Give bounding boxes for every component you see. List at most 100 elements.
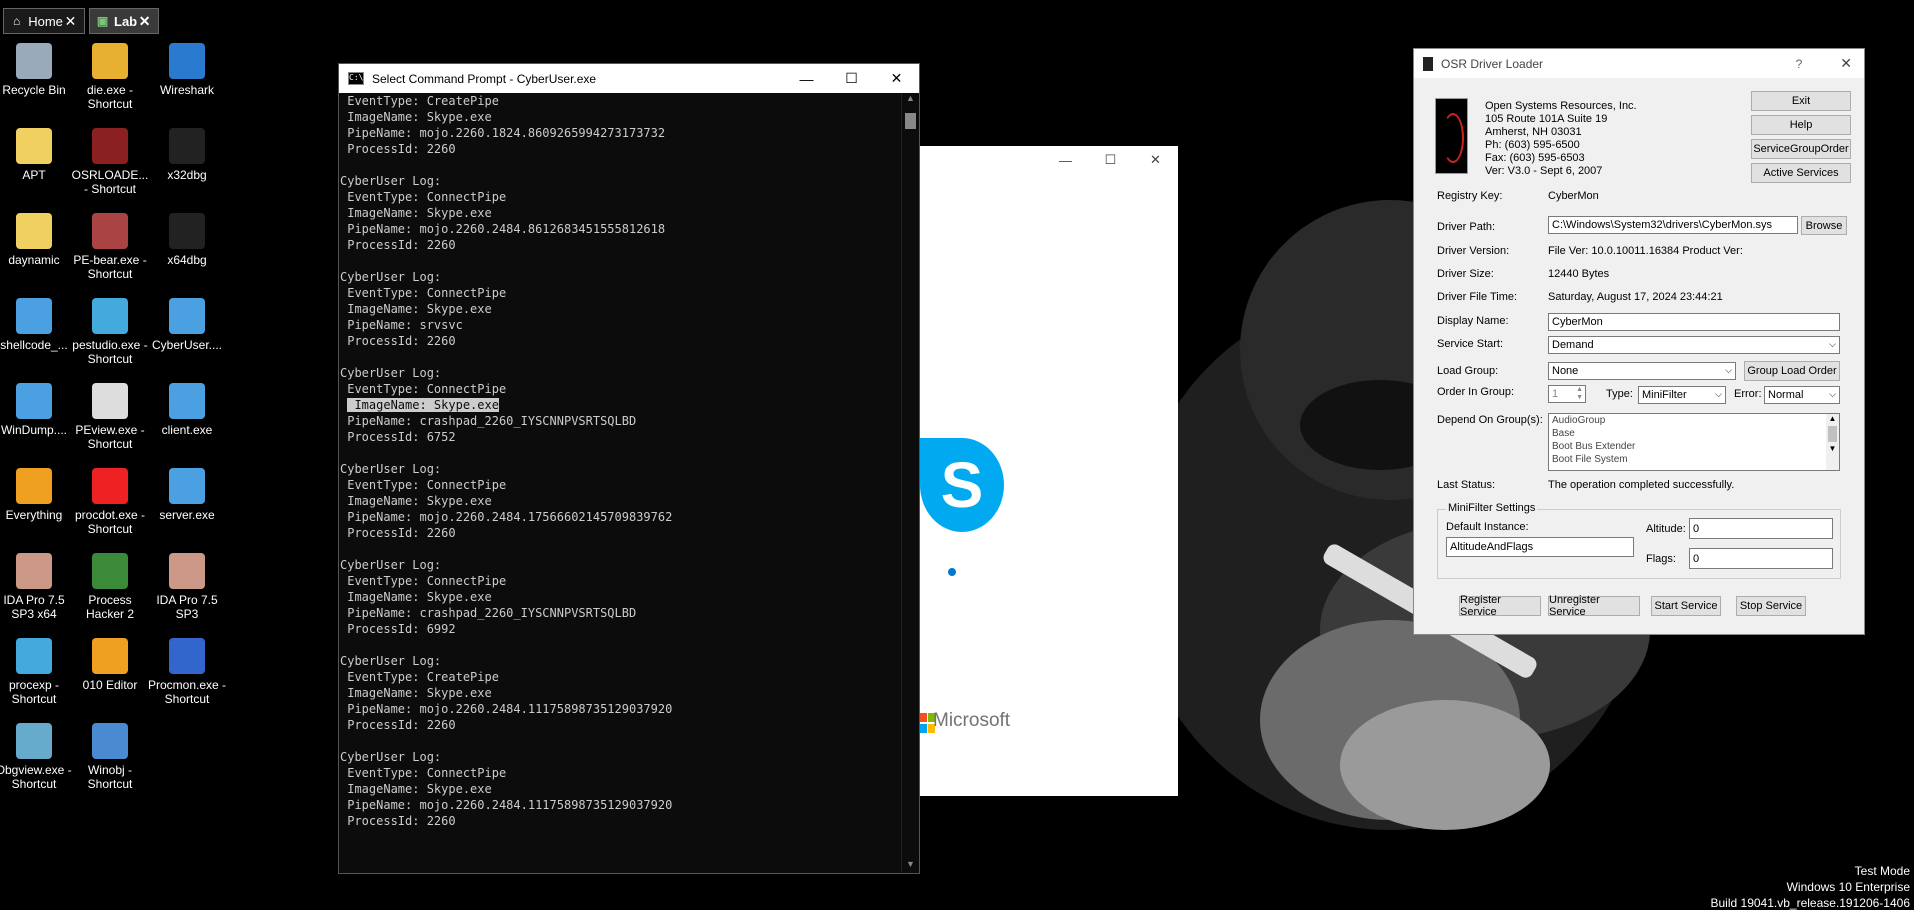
desktop-icon[interactable]: OSRLOADE... - Shortcut: [70, 128, 150, 196]
default-instance-field[interactable]: AltitudeAndFlags: [1446, 537, 1634, 557]
load-group-select[interactable]: None ⌵: [1548, 362, 1736, 380]
desktop-icon[interactable]: PE-bear.exe - Shortcut: [70, 213, 150, 281]
selected-text[interactable]: ImageName: Skype.exe: [347, 398, 499, 412]
list-item[interactable]: Boot Bus Extender: [1549, 440, 1839, 453]
cmd-line: ImageName: Skype.exe: [340, 782, 492, 796]
close-icon[interactable]: ✕: [1133, 146, 1178, 174]
cmd-line: PipeName: mojo.2260.2484.111758987351290…: [340, 702, 673, 716]
maximize-icon[interactable]: ☐: [829, 64, 874, 93]
desktop-icon[interactable]: server.exe: [147, 468, 227, 522]
cmd-output[interactable]: EventType: CreatePipe ImageName: Skype.e…: [339, 93, 902, 873]
active-services-button[interactable]: Active Services: [1751, 163, 1851, 183]
cmd-line: [340, 637, 902, 653]
desktop-icon[interactable]: procdot.exe - Shortcut: [70, 468, 150, 536]
service-group-order-button[interactable]: ServiceGroupOrder: [1751, 139, 1851, 159]
help-button[interactable]: Help: [1751, 115, 1851, 135]
list-item[interactable]: Base: [1549, 427, 1839, 440]
desktop-icon-label: OSRLOADE... - Shortcut: [71, 168, 149, 196]
display-name-field[interactable]: CyberMon: [1548, 313, 1840, 331]
desktop-icon[interactable]: WinDump....: [0, 383, 74, 437]
list-item[interactable]: Boot File System: [1549, 453, 1839, 466]
scroll-down-icon[interactable]: ▼: [1826, 444, 1839, 454]
registry-key-value: CyberMon: [1548, 190, 1599, 202]
tab-lab[interactable]: ▣ Lab ✕: [89, 8, 159, 34]
desktop-icon[interactable]: Procmon.exe - Shortcut: [147, 638, 227, 706]
desktop-icon[interactable]: Everything: [0, 468, 74, 522]
register-service-button[interactable]: Register Service: [1459, 594, 1541, 618]
service-start-select[interactable]: Demand ⌵: [1548, 336, 1840, 354]
exit-button[interactable]: Exit: [1751, 91, 1851, 111]
desktop-icon[interactable]: CyberUser....: [147, 298, 227, 352]
desktop-icon[interactable]: IDA Pro 7.5 SP3 x64: [0, 553, 74, 621]
desktop-icon[interactable]: 010 Editor: [70, 638, 150, 692]
desktop-icon[interactable]: x64dbg: [147, 213, 227, 267]
desktop-icon[interactable]: procexp - Shortcut: [0, 638, 74, 706]
close-icon[interactable]: ✕: [874, 64, 919, 93]
maximize-icon[interactable]: ☐: [1088, 146, 1133, 174]
desktop-icon[interactable]: daynamic: [0, 213, 74, 267]
tab-strip: ⌂ Home ✕ ▣ Lab ✕: [0, 0, 1914, 38]
scroll-down-icon[interactable]: ▼: [902, 859, 919, 873]
folder-icon: [16, 213, 52, 249]
list-scrollbar[interactable]: ▲ ▼: [1826, 414, 1839, 470]
cmd-line: ProcessId: 2260: [340, 814, 456, 828]
flags-field[interactable]: 0: [1689, 548, 1833, 569]
minimize-icon[interactable]: —: [784, 64, 829, 93]
pe-bear-icon: [92, 213, 128, 249]
procdot-icon: [92, 468, 128, 504]
depend-on-groups-list[interactable]: AudioGroup Base Boot Bus Extender Boot File…: [1548, 413, 1840, 471]
cmd-scrollbar[interactable]: ▲ ▼: [901, 93, 919, 873]
desktop-icon[interactable]: die.exe - Shortcut: [70, 43, 150, 111]
group-load-order-button[interactable]: Group Load Order: [1744, 361, 1840, 381]
unregister-service-button[interactable]: Unregister Service: [1548, 594, 1640, 618]
desktop-icon[interactable]: PEview.exe - Shortcut: [70, 383, 150, 451]
company-line: Ph: (603) 595-6500: [1485, 139, 1580, 151]
close-icon[interactable]: ✕: [137, 13, 152, 29]
desktop-icon[interactable]: APT: [0, 128, 74, 182]
desktop-icon[interactable]: Winobj - Shortcut: [70, 723, 150, 791]
registry-key-label: Registry Key:: [1437, 190, 1503, 202]
desktop-icon[interactable]: pestudio.exe - Shortcut: [70, 298, 150, 366]
type-select[interactable]: MiniFilter ⌵: [1638, 386, 1726, 404]
skype-splash-window[interactable]: — ☐ ✕ S Microsoft: [920, 146, 1178, 796]
minimize-icon[interactable]: —: [1043, 146, 1088, 174]
close-icon[interactable]: ✕: [63, 13, 78, 29]
cmd-line: PipeName: mojo.2260.1824.860926599427317…: [340, 126, 666, 140]
close-icon[interactable]: ✕: [1840, 55, 1852, 72]
company-line: Ver: V3.0 - Sept 6, 2007: [1485, 165, 1603, 177]
osrloader-icon: [92, 128, 128, 164]
desktop-icon[interactable]: Wireshark: [147, 43, 227, 97]
command-prompt-window[interactable]: C:\ Select Command Prompt - CyberUser.ex…: [338, 63, 920, 874]
spin-icon[interactable]: ▲ ▼: [1576, 386, 1583, 402]
help-icon[interactable]: ?: [1796, 57, 1803, 71]
desktop-icon[interactable]: IDA Pro 7.5 SP3: [147, 553, 227, 621]
desktop-icon[interactable]: Process Hacker 2: [70, 553, 150, 621]
desktop-icon[interactable]: shellcode_...: [0, 298, 74, 352]
scroll-thumb[interactable]: [1828, 426, 1837, 442]
start-service-button[interactable]: Start Service: [1651, 596, 1721, 616]
scroll-up-icon[interactable]: ▲: [902, 93, 919, 107]
order-in-group-stepper[interactable]: 1 ▲ ▼: [1548, 385, 1586, 403]
error-select[interactable]: Normal ⌵: [1764, 386, 1840, 404]
order-value: 1: [1552, 388, 1559, 400]
tab-home[interactable]: ⌂ Home ✕: [3, 8, 85, 34]
browse-button[interactable]: Browse: [1801, 216, 1847, 235]
desktop-icon[interactable]: client.exe: [147, 383, 227, 437]
cmd-title-bar[interactable]: C:\ Select Command Prompt - CyberUser.ex…: [339, 64, 919, 93]
osr-title-bar[interactable]: OSR Driver Loader ? ✕: [1414, 49, 1864, 78]
last-status-label: Last Status:: [1437, 479, 1496, 491]
osr-driver-loader-window[interactable]: OSR Driver Loader ? ✕ Open Systems Resou…: [1413, 48, 1865, 635]
driver-path-field[interactable]: C:\Windows\System32\drivers\CyberMon.sys: [1548, 216, 1798, 234]
altitude-field[interactable]: 0: [1689, 518, 1833, 539]
altitude-label: Altitude:: [1646, 523, 1686, 535]
recycle-bin-icon: [16, 43, 52, 79]
scroll-up-icon[interactable]: ▲: [1826, 414, 1839, 424]
desktop-icon[interactable]: Recycle Bin: [0, 43, 74, 97]
desktop-icon[interactable]: Dbgview.exe - Shortcut: [0, 723, 74, 791]
stop-service-button[interactable]: Stop Service: [1736, 596, 1806, 616]
desktop-icon[interactable]: x32dbg: [147, 128, 227, 182]
scroll-thumb[interactable]: [905, 113, 916, 129]
vm-icon: ▣: [96, 14, 109, 28]
list-item[interactable]: AudioGroup: [1549, 414, 1839, 427]
desktop-icon-label: Everything: [5, 508, 63, 522]
